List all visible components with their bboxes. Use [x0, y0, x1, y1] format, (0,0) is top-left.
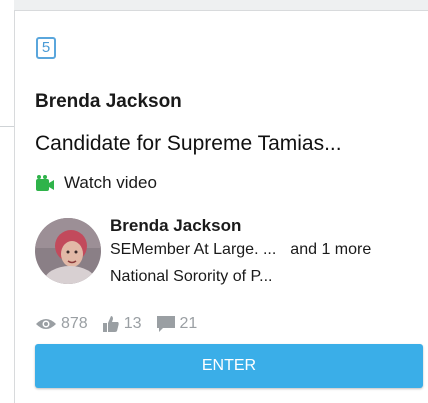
- watch-video-link[interactable]: Watch video: [35, 173, 157, 193]
- author-info: Brenda Jackson SEMember At Large. ... and…: [110, 216, 371, 294]
- comments-count: 21: [179, 315, 198, 332]
- left-panel-edge: [0, 0, 14, 403]
- video-camera-icon: [36, 175, 54, 191]
- likes-stat[interactable]: 13: [102, 315, 142, 333]
- item-number-badge: 5: [36, 37, 56, 59]
- comment-icon: [156, 316, 175, 332]
- author-role-line: SEMember At Large. ... and 1 more: [110, 240, 371, 267]
- card-headline[interactable]: Candidate for Supreme Tamias...: [35, 132, 342, 156]
- author-role: SEMember At Large. ...: [110, 241, 277, 258]
- more-roles-link[interactable]: and 1 more: [290, 241, 371, 258]
- card-stats: 878 13 21: [35, 315, 211, 333]
- enter-button[interactable]: ENTER: [35, 344, 423, 388]
- views-count: 878: [61, 315, 88, 332]
- watch-video-label: Watch video: [64, 173, 157, 192]
- author-name[interactable]: Brenda Jackson: [110, 216, 371, 236]
- views-stat: 878: [35, 315, 88, 333]
- comments-stat[interactable]: 21: [156, 315, 198, 333]
- avatar-image: [35, 218, 101, 284]
- avatar[interactable]: [35, 218, 101, 284]
- eye-icon: [36, 319, 56, 329]
- card-author-name: Brenda Jackson: [35, 91, 182, 112]
- candidate-card[interactable]: 5 Brenda Jackson Candidate for Supreme T…: [14, 10, 428, 403]
- likes-count: 13: [123, 315, 142, 332]
- author-organization: National Sorority of P...: [110, 268, 273, 285]
- thumbs-up-icon: [102, 316, 119, 332]
